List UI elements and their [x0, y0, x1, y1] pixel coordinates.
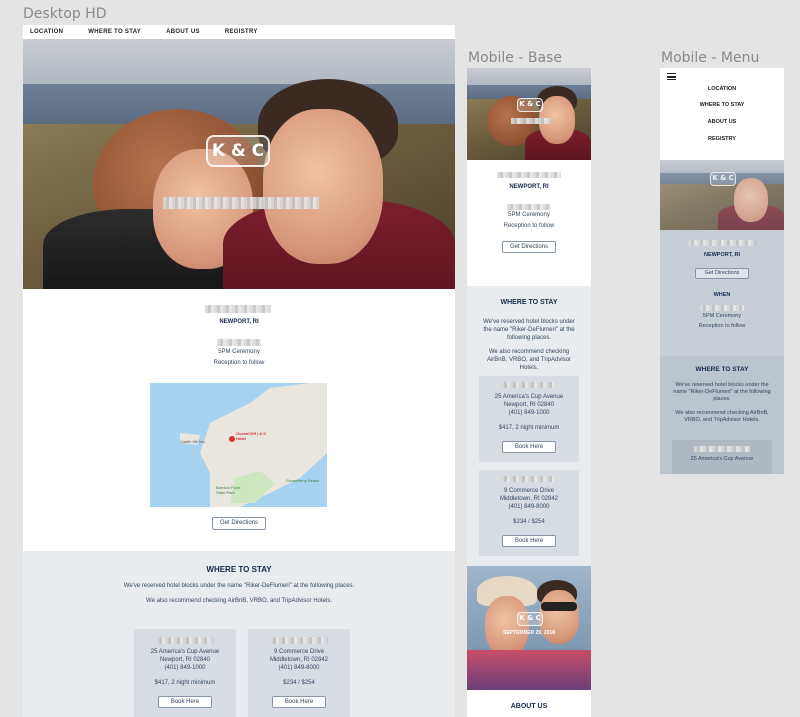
about-us-heading: ABOUT US [510, 703, 548, 710]
stay-intro: We've reserved hotel blocks under the na… [123, 583, 355, 589]
hotel-card: 25 America's Cup Avenue Newport, RI 0284… [479, 376, 579, 462]
hero-photo: K & C [23, 39, 455, 289]
mobile-hero-photo: K & C [467, 68, 591, 160]
hamburger-icon[interactable] [667, 73, 676, 80]
artboard-label-mobile-base: Mobile - Base [468, 50, 562, 66]
mobile-menu-frame: LOCATION WHERE TO STAY ABOUT US REGISTRY… [660, 68, 784, 474]
city-label: NEWPORT, RI [219, 319, 259, 325]
menu-stay-section: WHERE TO STAY We've reserved hotel block… [660, 356, 784, 474]
wedding-date: SEPTEMBER 29, 2018 [503, 630, 555, 636]
map[interactable]: OceanCliff | & II Hotel Castle Hill Inn … [150, 383, 327, 507]
map-label-cove: Gooseberry Beach [286, 478, 320, 483]
menu-item-where-to-stay[interactable]: WHERE TO STAY [660, 102, 784, 108]
date-redacted [217, 339, 261, 346]
nav-about-us[interactable]: ABOUT US [166, 29, 200, 35]
menu-item-registry[interactable]: REGISTRY [660, 136, 784, 142]
desktop-frame: K & C LOCATION WHERE TO STAY ABOUT US RE… [23, 25, 455, 717]
artboard-label-mobile-menu: Mobile - Menu [661, 50, 760, 66]
get-directions-button[interactable]: Get Directions [212, 517, 266, 530]
nav-registry[interactable]: REGISTRY [225, 29, 258, 35]
ceremony-time: 5PM Ceremony [218, 349, 260, 355]
map-label-castle: Castle Hill Inn [180, 439, 205, 444]
artboard-label-desktop: Desktop HD [23, 6, 107, 22]
where-to-stay-section: WHERE TO STAY We've reserved hotel block… [23, 551, 455, 717]
map-label-park: Brenton Point State Park [216, 485, 241, 495]
book-here-button[interactable]: Book Here [272, 696, 326, 708]
mobile-city-label: NEWPORT, RI [509, 184, 549, 190]
hotel-card: 9 Commerce Drive Middletown, RI 02842 (4… [248, 629, 350, 717]
menu-get-directions-button[interactable]: Get Directions [695, 268, 749, 279]
venue-name-redacted [205, 305, 271, 313]
menu-overlay: K & C NEWPORT, RI Get Directions WHEN 5P… [660, 160, 784, 474]
nav-where-to-stay[interactable]: WHERE TO STAY [88, 29, 141, 35]
book-here-button[interactable]: Book Here [502, 441, 556, 453]
mobile-monogram: K & C [517, 98, 543, 112]
desktop-nav: LOCATION WHERE TO STAY ABOUT US REGISTRY [23, 25, 455, 39]
book-here-button[interactable]: Book Here [502, 535, 556, 547]
mobile-second-photo: K & C SEPTEMBER 29, 2018 [467, 566, 591, 690]
stay-recommend: We also recommend checking AirBnB, VRBO,… [146, 598, 332, 604]
menu-item-location[interactable]: LOCATION [660, 86, 784, 92]
mobile-base-frame-2: K & C SEPTEMBER 29, 2018 ABOUT US [467, 566, 591, 717]
mobile-where-to-stay-section: WHERE TO STAY We've reserved hotel block… [467, 286, 591, 566]
hotel-card: 25 America's Cup Avenue Newport, RI 0284… [134, 629, 236, 717]
when-heading: WHEN [713, 292, 731, 298]
hero-monogram: K & C [206, 135, 270, 167]
book-here-button[interactable]: Book Here [158, 696, 212, 708]
reception-note: Reception to follow [213, 360, 265, 366]
names-redacted [163, 197, 319, 209]
nav-location[interactable]: LOCATION [30, 29, 63, 35]
venue-name-redacted [497, 172, 561, 178]
where-to-stay-heading: WHERE TO STAY [206, 565, 272, 574]
mobile-get-directions-button[interactable]: Get Directions [502, 241, 556, 253]
hotel-card: 9 Commerce Drive Middletown, RI 02842 (4… [479, 470, 579, 556]
menu-item-about-us[interactable]: ABOUT US [660, 119, 784, 125]
map-label-pin: OceanCliff | & II Hotel [236, 431, 266, 441]
